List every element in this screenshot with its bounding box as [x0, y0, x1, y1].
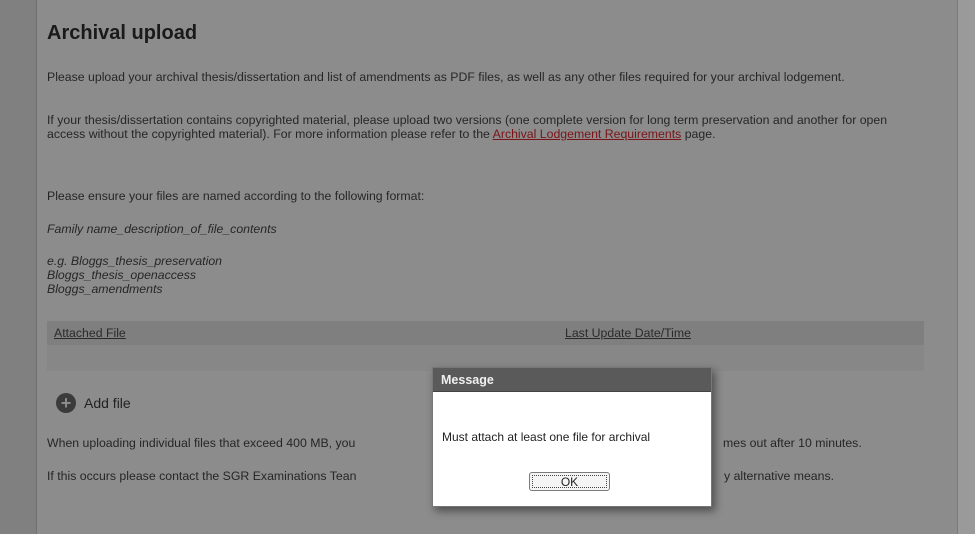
naming-intro: Please ensure your files are named accor… — [47, 189, 425, 203]
ok-button[interactable]: OK — [529, 472, 610, 491]
column-header-last-update[interactable]: Last Update Date/Time — [565, 326, 691, 340]
column-header-attached-file[interactable]: Attached File — [54, 326, 126, 340]
contact-alternative-note: y alternative means. — [724, 469, 835, 483]
example-2: Bloggs_thesis_openaccess — [47, 268, 197, 282]
right-scroll-area — [957, 0, 975, 534]
page-title: Archival upload — [47, 22, 198, 44]
upload-size-note: When uploading individual files that exc… — [47, 436, 356, 450]
copyright-text: If your thesis/dissertation contains cop… — [47, 113, 927, 141]
archival-lodgement-requirements-link[interactable]: Archival Lodgement Requirements — [493, 127, 682, 141]
upload-timeout-note: mes out after 10 minutes. — [723, 436, 862, 450]
add-file-button[interactable]: + Add file — [56, 393, 131, 413]
attached-files-table-header: Attached File Last Update Date/Time — [47, 321, 924, 345]
message-dialog: Message Must attach at least one file fo… — [432, 367, 712, 507]
example-3: Bloggs_amendments — [47, 282, 163, 296]
naming-format: Family name_description_of_file_contents — [47, 222, 277, 236]
copyright-text-part-2: page. — [681, 127, 716, 141]
dialog-message: Must attach at least one file for archiv… — [442, 430, 651, 444]
dialog-title[interactable]: Message — [433, 368, 711, 392]
contact-note: If this occurs please contact the SGR Ex… — [47, 469, 357, 483]
example-1: e.g. Bloggs_thesis_preservation — [47, 254, 222, 268]
add-file-label: Add file — [84, 395, 131, 411]
copyright-text-part-1: If your thesis/dissertation contains cop… — [47, 113, 888, 141]
intro-text: Please upload your archival thesis/disse… — [47, 70, 845, 84]
plus-circle-icon: + — [56, 393, 76, 413]
